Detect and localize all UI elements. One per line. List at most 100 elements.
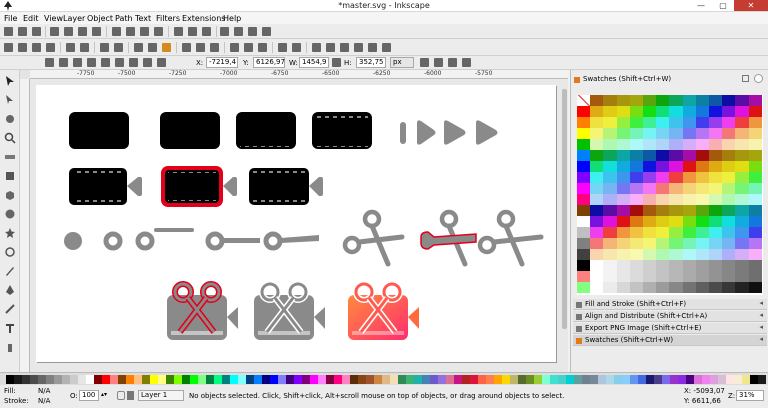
swatch-cell[interactable] bbox=[709, 271, 723, 283]
text-font-dialog-icon[interactable] bbox=[326, 43, 335, 52]
swatch-cell[interactable] bbox=[577, 161, 591, 173]
swatch-cell[interactable] bbox=[682, 117, 697, 129]
palette-swatch[interactable] bbox=[430, 375, 438, 384]
swatch-cell[interactable] bbox=[629, 271, 644, 283]
swatch-cell[interactable] bbox=[695, 260, 710, 272]
palette-swatch[interactable] bbox=[342, 375, 350, 384]
select-all-control-icon[interactable] bbox=[45, 58, 54, 67]
swatch-cell[interactable] bbox=[590, 150, 604, 162]
swatch-cell[interactable] bbox=[656, 227, 670, 239]
snap-bbox-icon[interactable] bbox=[234, 27, 243, 36]
swatch-cell[interactable] bbox=[616, 260, 631, 272]
snap-guide-icon[interactable] bbox=[262, 27, 271, 36]
palette-swatch[interactable] bbox=[446, 375, 454, 384]
swatch-cell[interactable] bbox=[577, 95, 591, 107]
swatch-cell[interactable] bbox=[722, 150, 736, 162]
ungroup-icon[interactable] bbox=[292, 43, 301, 52]
document-properties-icon[interactable] bbox=[368, 43, 377, 52]
swatch-cell[interactable] bbox=[590, 249, 604, 261]
ellipse-tool-icon[interactable] bbox=[4, 208, 16, 220]
palette-swatch[interactable] bbox=[558, 375, 566, 384]
swatch-cell[interactable] bbox=[643, 271, 657, 283]
minimize-button[interactable]: — bbox=[690, 0, 712, 11]
flip-v-control-icon[interactable] bbox=[129, 58, 138, 67]
palette-swatch[interactable] bbox=[726, 375, 734, 384]
palette-swatch[interactable] bbox=[662, 375, 670, 384]
current-layer-select[interactable]: Layer 1 bbox=[138, 390, 184, 401]
palette-swatch[interactable] bbox=[462, 375, 470, 384]
film-frame-holes-both-icon[interactable] bbox=[312, 112, 372, 149]
palette-swatch[interactable] bbox=[14, 375, 22, 384]
swatch-cell[interactable] bbox=[709, 238, 723, 250]
palette-swatch[interactable] bbox=[102, 375, 110, 384]
swatch-cell[interactable] bbox=[735, 161, 749, 173]
palette-swatch[interactable] bbox=[382, 375, 390, 384]
palette-swatch[interactable] bbox=[438, 375, 446, 384]
swatch-cell[interactable] bbox=[656, 216, 670, 228]
swatch-cell[interactable] bbox=[603, 128, 617, 140]
swatch-cell[interactable] bbox=[577, 205, 591, 217]
camera-body-icon[interactable] bbox=[69, 168, 142, 205]
tweak-tool-icon[interactable] bbox=[4, 113, 16, 125]
palette-swatch[interactable] bbox=[638, 375, 646, 384]
swatch-cell[interactable] bbox=[629, 249, 644, 261]
swatch-cell[interactable] bbox=[695, 172, 710, 184]
swatch-cell[interactable] bbox=[656, 117, 670, 129]
swatch-cell[interactable] bbox=[590, 183, 604, 195]
swatch-cell[interactable] bbox=[643, 139, 657, 151]
swatch-cell[interactable] bbox=[695, 95, 710, 107]
scissors-final-icon[interactable] bbox=[477, 209, 544, 267]
swatch-cell[interactable] bbox=[748, 282, 763, 294]
swatch-cell[interactable] bbox=[616, 128, 631, 140]
palette-swatch[interactable] bbox=[518, 375, 526, 384]
artwork[interactable] bbox=[36, 85, 556, 362]
swatch-cell[interactable] bbox=[590, 271, 604, 283]
panel-close-icon[interactable] bbox=[754, 74, 763, 83]
swatch-cell[interactable] bbox=[669, 183, 683, 195]
height-field[interactable]: 352,75 bbox=[356, 57, 386, 68]
document-page[interactable] bbox=[36, 85, 556, 362]
swatch-cell[interactable] bbox=[709, 172, 723, 184]
scale-stroke-width-icon[interactable] bbox=[420, 58, 429, 67]
palette-swatch[interactable] bbox=[366, 375, 374, 384]
swatch-cell[interactable] bbox=[682, 161, 697, 173]
swatch-cell[interactable] bbox=[629, 183, 644, 195]
palette-swatch[interactable] bbox=[238, 375, 246, 384]
palette-swatch[interactable] bbox=[110, 375, 118, 384]
dock-tab-align[interactable]: Align and Distribute (Shift+Ctrl+A) ◂ bbox=[573, 311, 767, 322]
palette-swatch[interactable] bbox=[654, 375, 662, 384]
palette-swatch[interactable] bbox=[550, 375, 558, 384]
swatch-cell[interactable] bbox=[735, 282, 749, 294]
swatch-cell[interactable] bbox=[616, 117, 631, 129]
dock-tab-export[interactable]: Export PNG Image (Shift+Ctrl+E) ◂ bbox=[573, 323, 767, 334]
palette-swatch[interactable] bbox=[710, 375, 718, 384]
swatch-cell[interactable] bbox=[616, 249, 631, 261]
palette-swatch[interactable] bbox=[406, 375, 414, 384]
scissors-gray-icon[interactable] bbox=[342, 209, 405, 267]
swatch-cell[interactable] bbox=[590, 95, 604, 107]
zoom-field[interactable]: 31% bbox=[736, 390, 764, 401]
swatch-cell[interactable] bbox=[577, 172, 591, 184]
opacity-field[interactable]: 100 bbox=[79, 390, 99, 401]
palette-swatch[interactable] bbox=[398, 375, 406, 384]
clone-icon[interactable] bbox=[244, 43, 253, 52]
swatch-cell[interactable] bbox=[577, 106, 591, 118]
swatch-cell[interactable] bbox=[603, 95, 617, 107]
swatch-cell[interactable] bbox=[656, 139, 670, 151]
swatch-cell[interactable] bbox=[629, 205, 644, 217]
swatch-cell[interactable] bbox=[722, 282, 736, 294]
undo-icon[interactable] bbox=[100, 43, 109, 52]
palette-swatch[interactable] bbox=[734, 375, 742, 384]
swatch-cell[interactable] bbox=[577, 216, 591, 228]
swatch-cell[interactable] bbox=[722, 227, 736, 239]
dock-tab-fill-stroke[interactable]: Fill and Stroke (Shift+Ctrl+F) ◂ bbox=[573, 299, 767, 310]
swatch-cell[interactable] bbox=[669, 117, 683, 129]
film-frame-plain-icon[interactable] bbox=[69, 112, 129, 149]
palette-swatch[interactable] bbox=[310, 375, 318, 384]
swatch-cell[interactable] bbox=[629, 172, 644, 184]
swatch-cell[interactable] bbox=[603, 249, 617, 261]
swatch-cell[interactable] bbox=[722, 139, 736, 151]
export-icon[interactable] bbox=[80, 43, 89, 52]
swatch-cell[interactable] bbox=[748, 205, 763, 217]
deselect-icon[interactable] bbox=[32, 27, 41, 36]
